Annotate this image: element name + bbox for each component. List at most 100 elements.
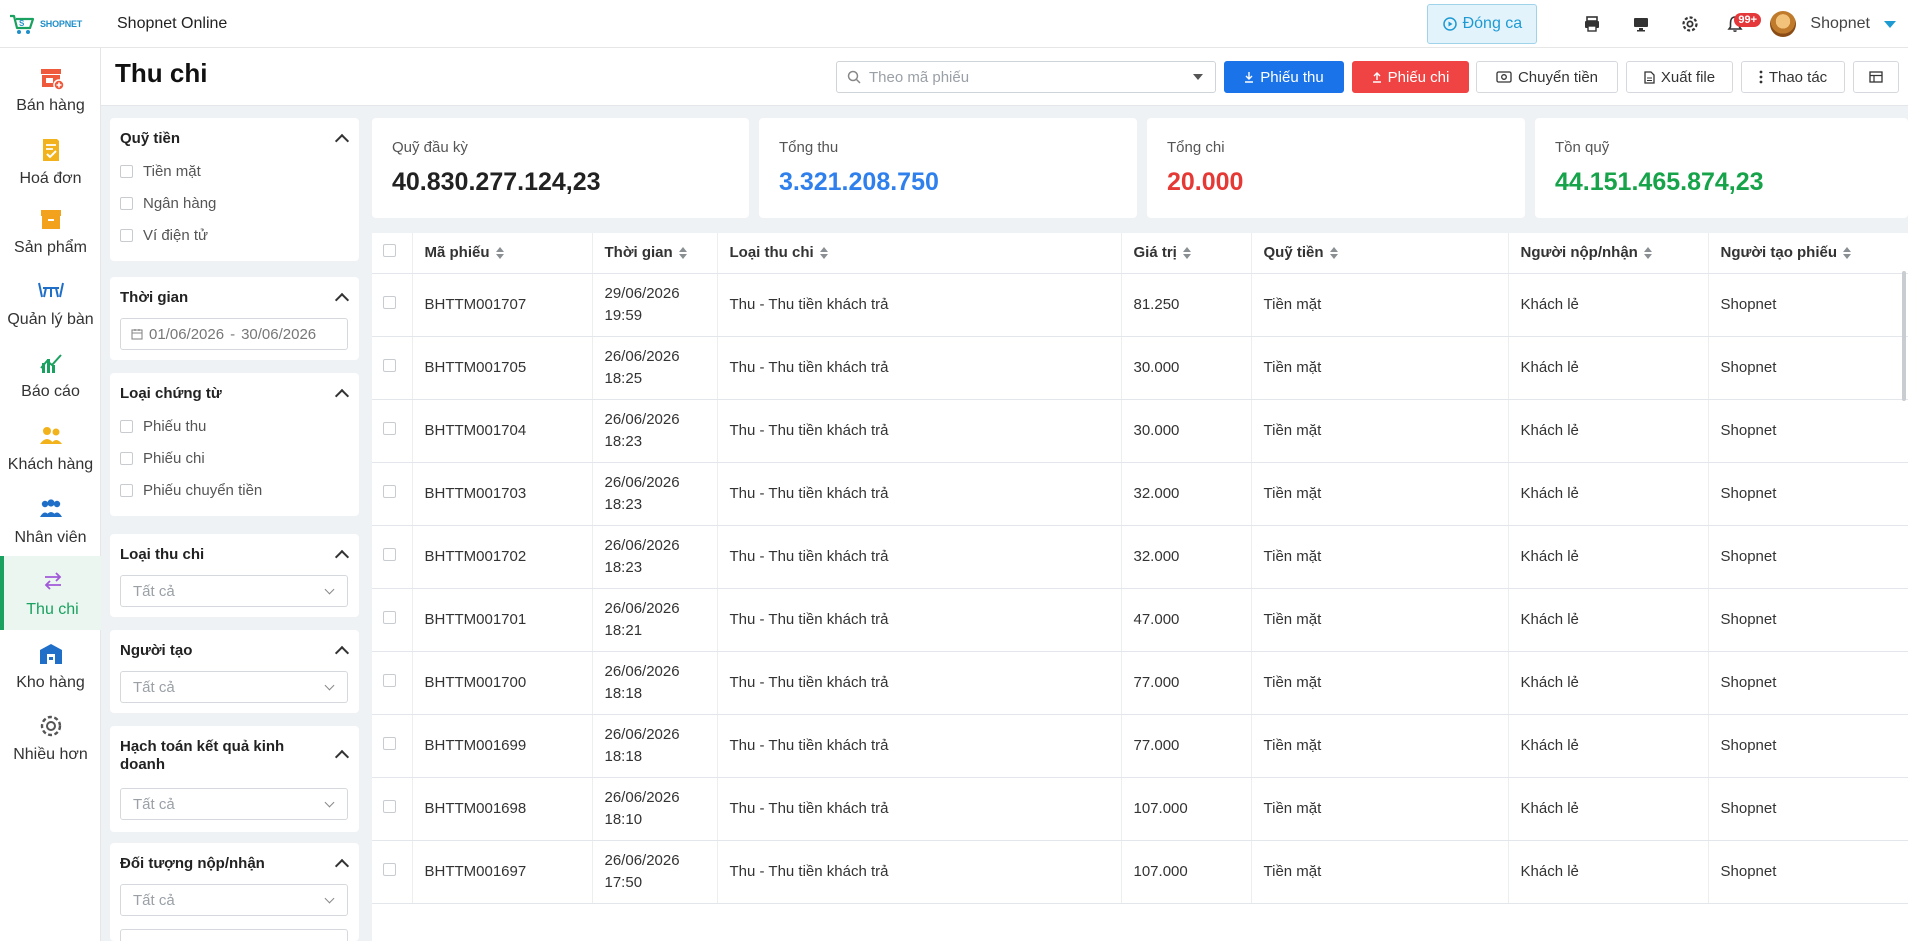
collapse-chevron-icon[interactable] <box>334 645 350 661</box>
column-header-gia-tri[interactable]: Giá trị <box>1121 233 1252 274</box>
table-row[interactable]: BHTTM001702 26/06/2026 18:23 Thu - Thu tiền… <box>372 525 1908 589</box>
table-row[interactable]: BHTTM001698 26/06/2026 18:10 Thu - Thu tiền… <box>372 777 1908 841</box>
collapse-chevron-icon[interactable] <box>334 133 350 149</box>
cell-loai-thu-chi: Thu - Thu tiền khách trả <box>717 777 1122 841</box>
cell-time: 18:25 <box>604 369 643 387</box>
phieu-thu-button[interactable]: Phiếu thu <box>1224 61 1344 93</box>
table-row[interactable]: BHTTM001701 26/06/2026 18:21 Thu - Thu tiền… <box>372 588 1908 652</box>
cell-ma-phieu[interactable]: BHTTM001699 <box>412 714 593 778</box>
column-settings-button[interactable] <box>1853 61 1899 93</box>
sidebar-item-ban-hang[interactable]: Bán hàng <box>0 54 101 124</box>
table-row[interactable]: BHTTM001699 26/06/2026 18:18 Thu - Thu tiền… <box>372 714 1908 778</box>
collapse-chevron-icon[interactable] <box>334 749 350 765</box>
gear-icon <box>1682 16 1698 32</box>
cell-ma-phieu[interactable]: BHTTM001700 <box>412 651 593 715</box>
table-scrollbar[interactable] <box>1902 271 1906 401</box>
date-range-input[interactable]: 01/06/2026 - 30/06/2026 <box>120 318 348 350</box>
sidebar-item-khach-hang[interactable]: Khách hàng <box>0 413 101 483</box>
row-checkbox[interactable] <box>383 295 396 309</box>
filter-option-tien-mat[interactable]: Tiền mặt <box>120 163 201 180</box>
select-all-checkbox[interactable] <box>383 244 396 258</box>
row-checkbox[interactable] <box>383 484 396 498</box>
row-checkbox[interactable] <box>383 736 396 750</box>
extra-filter-select-partial[interactable] <box>120 929 348 941</box>
loai-thu-chi-select[interactable]: Tất cả <box>120 575 348 607</box>
collapse-chevron-icon[interactable] <box>334 549 350 565</box>
table-row[interactable]: BHTTM001697 26/06/2026 17:50 Thu - Thu tiền… <box>372 840 1908 904</box>
column-header-loai-thu-chi[interactable]: Loại thu chi <box>717 233 1122 274</box>
row-checkbox[interactable] <box>383 421 396 435</box>
search-input[interactable] <box>869 68 1185 86</box>
user-name[interactable]: Shopnet <box>1810 15 1870 33</box>
xuat-file-button[interactable]: Xuất file <box>1626 61 1733 93</box>
notification-button[interactable]: 99+ <box>1714 0 1762 48</box>
sidebar-item-hoa-don[interactable]: Hoá đơn <box>0 127 101 197</box>
row-checkbox[interactable] <box>383 547 396 561</box>
hach-toan-select[interactable]: Tất cả <box>120 788 348 820</box>
sidebar-item-kho-hang[interactable]: Kho hàng <box>0 631 101 701</box>
checkbox[interactable] <box>120 484 133 497</box>
column-header-ma-phieu[interactable]: Mã phiếu <box>412 233 593 274</box>
header-label: Giá trị <box>1133 244 1177 262</box>
cell-ma-phieu[interactable]: BHTTM001698 <box>412 777 593 841</box>
user-menu-caret-icon[interactable] <box>1884 20 1896 28</box>
filter-option-phieu-thu[interactable]: Phiếu thu <box>120 418 206 435</box>
cell-quy-tien: Tiền mặt <box>1251 588 1509 652</box>
sidebar-item-quan-ly-ban[interactable]: Quản lý bàn <box>0 268 101 338</box>
filter-option-phieu-chi[interactable]: Phiếu chi <box>120 450 205 467</box>
search-field[interactable] <box>836 61 1216 93</box>
filter-title: Thời gian <box>120 289 189 306</box>
cell-ma-phieu[interactable]: BHTTM001697 <box>412 840 593 904</box>
checkbox[interactable] <box>120 229 133 242</box>
sidebar-item-san-pham[interactable]: Sản phẩm <box>0 196 101 266</box>
cell-ma-phieu[interactable]: BHTTM001707 <box>412 273 593 337</box>
doi-tuong-select[interactable]: Tất cả <box>120 884 348 916</box>
table-row[interactable]: BHTTM001700 26/06/2026 18:18 Thu - Thu tiền… <box>372 651 1908 715</box>
cell-ma-phieu[interactable]: BHTTM001701 <box>412 588 593 652</box>
row-checkbox[interactable] <box>383 799 396 813</box>
column-header-nguoi-nop-nhan[interactable]: Người nộp/nhận <box>1508 233 1709 274</box>
sidebar-item-nhan-vien[interactable]: Nhân viên <box>0 486 101 556</box>
column-header-nguoi-tao-phieu[interactable]: Người tạo phiếu <box>1708 233 1908 274</box>
filter-option-vi-dien-tu[interactable]: Ví điện tử <box>120 227 208 244</box>
sidebar-item-thu-chi[interactable]: Thu chi <box>0 556 101 630</box>
cell-ma-phieu[interactable]: BHTTM001702 <box>412 525 593 589</box>
checkbox[interactable] <box>120 420 133 433</box>
filter-option-phieu-chuyen-tien[interactable]: Phiếu chuyển tiền <box>120 482 262 499</box>
checkbox[interactable] <box>120 165 133 178</box>
table-row[interactable]: BHTTM001705 26/06/2026 18:25 Thu - Thu tiền… <box>372 336 1908 400</box>
row-checkbox[interactable] <box>383 610 396 624</box>
collapse-chevron-icon[interactable] <box>334 388 350 404</box>
collapse-chevron-icon[interactable] <box>334 292 350 308</box>
monitor-button[interactable] <box>1616 0 1665 48</box>
table-row[interactable]: BHTTM001703 26/06/2026 18:23 Thu - Thu tiền… <box>372 462 1908 526</box>
filter-option-ngan-hang[interactable]: Ngân hàng <box>120 195 216 212</box>
dong-ca-button[interactable]: Đóng ca <box>1427 4 1538 44</box>
settings-button[interactable] <box>1665 0 1714 48</box>
table-row[interactable]: BHTTM001704 26/06/2026 18:23 Thu - Thu tiền… <box>372 399 1908 463</box>
print-button[interactable] <box>1567 0 1616 48</box>
column-header-thoi-gian[interactable]: Thời gian <box>592 233 718 274</box>
column-header-quy-tien[interactable]: Quỹ tiền <box>1251 233 1509 274</box>
shopnet-logo[interactable]: S SHOPNET <box>0 0 100 48</box>
table-row[interactable]: BHTTM001707 29/06/2026 19:59 Thu - Thu tiền… <box>372 273 1908 337</box>
row-checkbox[interactable] <box>383 358 396 372</box>
row-checkbox[interactable] <box>383 673 396 687</box>
cell-thoi-gian: 29/06/2026 19:59 <box>592 273 718 337</box>
search-dropdown-caret-icon[interactable] <box>1193 74 1203 80</box>
collapse-chevron-icon[interactable] <box>334 858 350 874</box>
cell-ma-phieu[interactable]: BHTTM001705 <box>412 336 593 400</box>
phieu-chi-button[interactable]: Phiếu chi <box>1352 61 1469 93</box>
cell-ma-phieu[interactable]: BHTTM001703 <box>412 462 593 526</box>
sidebar-item-nhieu-hon[interactable]: Nhiều hơn <box>0 703 101 773</box>
thao-tac-button[interactable]: Thao tác <box>1741 61 1845 93</box>
chuyen-tien-button[interactable]: Chuyển tiền <box>1476 61 1618 93</box>
checkbox[interactable] <box>120 197 133 210</box>
avatar[interactable] <box>1770 11 1797 37</box>
sidebar-item-bao-cao[interactable]: Báo cáo <box>0 340 101 410</box>
cell-ma-phieu[interactable]: BHTTM001704 <box>412 399 593 463</box>
row-checkbox[interactable] <box>383 862 396 876</box>
cell-nguoi-tao-phieu: Shopnet <box>1708 273 1908 337</box>
checkbox[interactable] <box>120 452 133 465</box>
nguoi-tao-select[interactable]: Tất cả <box>120 671 348 703</box>
